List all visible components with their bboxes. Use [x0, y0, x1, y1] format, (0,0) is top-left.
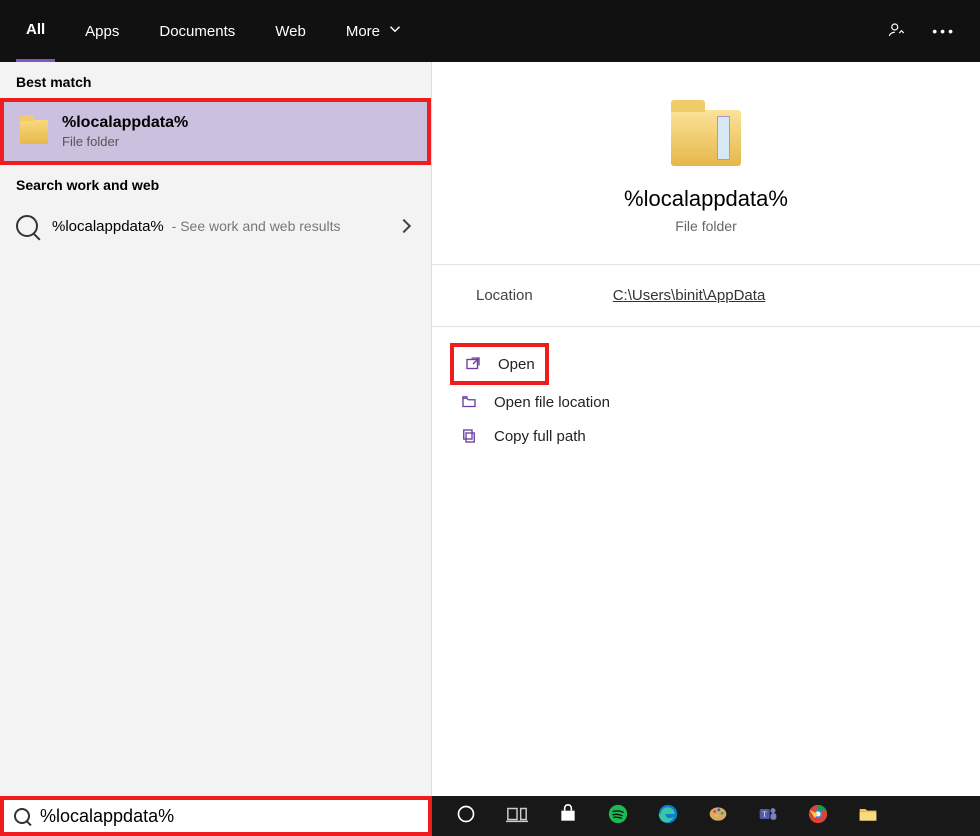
chevron-down-icon — [386, 20, 404, 42]
task-view-icon[interactable] — [506, 804, 528, 829]
action-open-location-label: Open file location — [494, 394, 610, 411]
copy-icon — [460, 427, 478, 445]
feedback-icon[interactable] — [888, 21, 906, 42]
taskbar: T — [0, 796, 980, 836]
tab-more-label: More — [346, 23, 380, 40]
preview-pane: %localappdata% File folder Location C:\U… — [432, 62, 980, 796]
preview-title: %localappdata% — [624, 186, 788, 212]
taskbar-apps: T — [432, 804, 878, 829]
search-icon — [14, 808, 30, 824]
search-tab-bar: All Apps Documents Web More ••• — [0, 0, 980, 62]
action-open-file-location[interactable]: Open file location — [450, 385, 962, 419]
section-best-match: Best match — [0, 62, 431, 98]
location-label: Location — [476, 287, 533, 304]
search-input[interactable] — [40, 806, 428, 827]
store-icon[interactable] — [558, 804, 578, 829]
result-title: %localappdata% — [62, 114, 188, 132]
tab-all[interactable]: All — [16, 0, 55, 62]
result-search-web[interactable]: %localappdata% - See work and web result… — [0, 201, 431, 251]
result-best-match[interactable]: %localappdata% File folder — [0, 98, 431, 165]
action-copy-full-path[interactable]: Copy full path — [450, 419, 962, 453]
tab-documents[interactable]: Documents — [149, 0, 245, 62]
more-options-icon[interactable]: ••• — [932, 23, 956, 39]
action-open[interactable]: Open — [454, 347, 545, 381]
folder-icon — [671, 110, 741, 166]
teams-icon[interactable]: T — [758, 804, 778, 829]
search-web-desc: - See work and web results — [172, 218, 341, 234]
section-search-web: Search work and web — [0, 165, 431, 201]
action-open-label: Open — [498, 356, 535, 373]
cortana-icon[interactable] — [456, 804, 476, 829]
spotify-icon[interactable] — [608, 804, 628, 829]
results-pane: Best match %localappdata% File folder Se… — [0, 62, 432, 796]
chevron-right-icon — [397, 219, 411, 233]
open-icon — [464, 355, 482, 373]
tab-more[interactable]: More — [336, 0, 414, 62]
action-copy-path-label: Copy full path — [494, 428, 586, 445]
paint-icon[interactable] — [708, 804, 728, 829]
edge-icon[interactable] — [658, 804, 678, 829]
svg-text:T: T — [762, 809, 767, 818]
folder-icon — [20, 120, 48, 144]
search-web-query: %localappdata% — [52, 218, 164, 235]
location-value[interactable]: C:\Users\binit\AppData — [613, 287, 766, 304]
preview-subtitle: File folder — [675, 218, 736, 234]
result-subtitle: File folder — [62, 134, 188, 149]
folder-open-icon — [460, 393, 478, 411]
tab-apps[interactable]: Apps — [75, 0, 129, 62]
tab-web[interactable]: Web — [265, 0, 316, 62]
preview-location-row: Location C:\Users\binit\AppData — [432, 265, 980, 327]
explorer-icon[interactable] — [858, 805, 878, 828]
taskbar-search[interactable] — [0, 796, 432, 836]
search-icon — [16, 215, 38, 237]
chrome-icon[interactable] — [808, 804, 828, 829]
